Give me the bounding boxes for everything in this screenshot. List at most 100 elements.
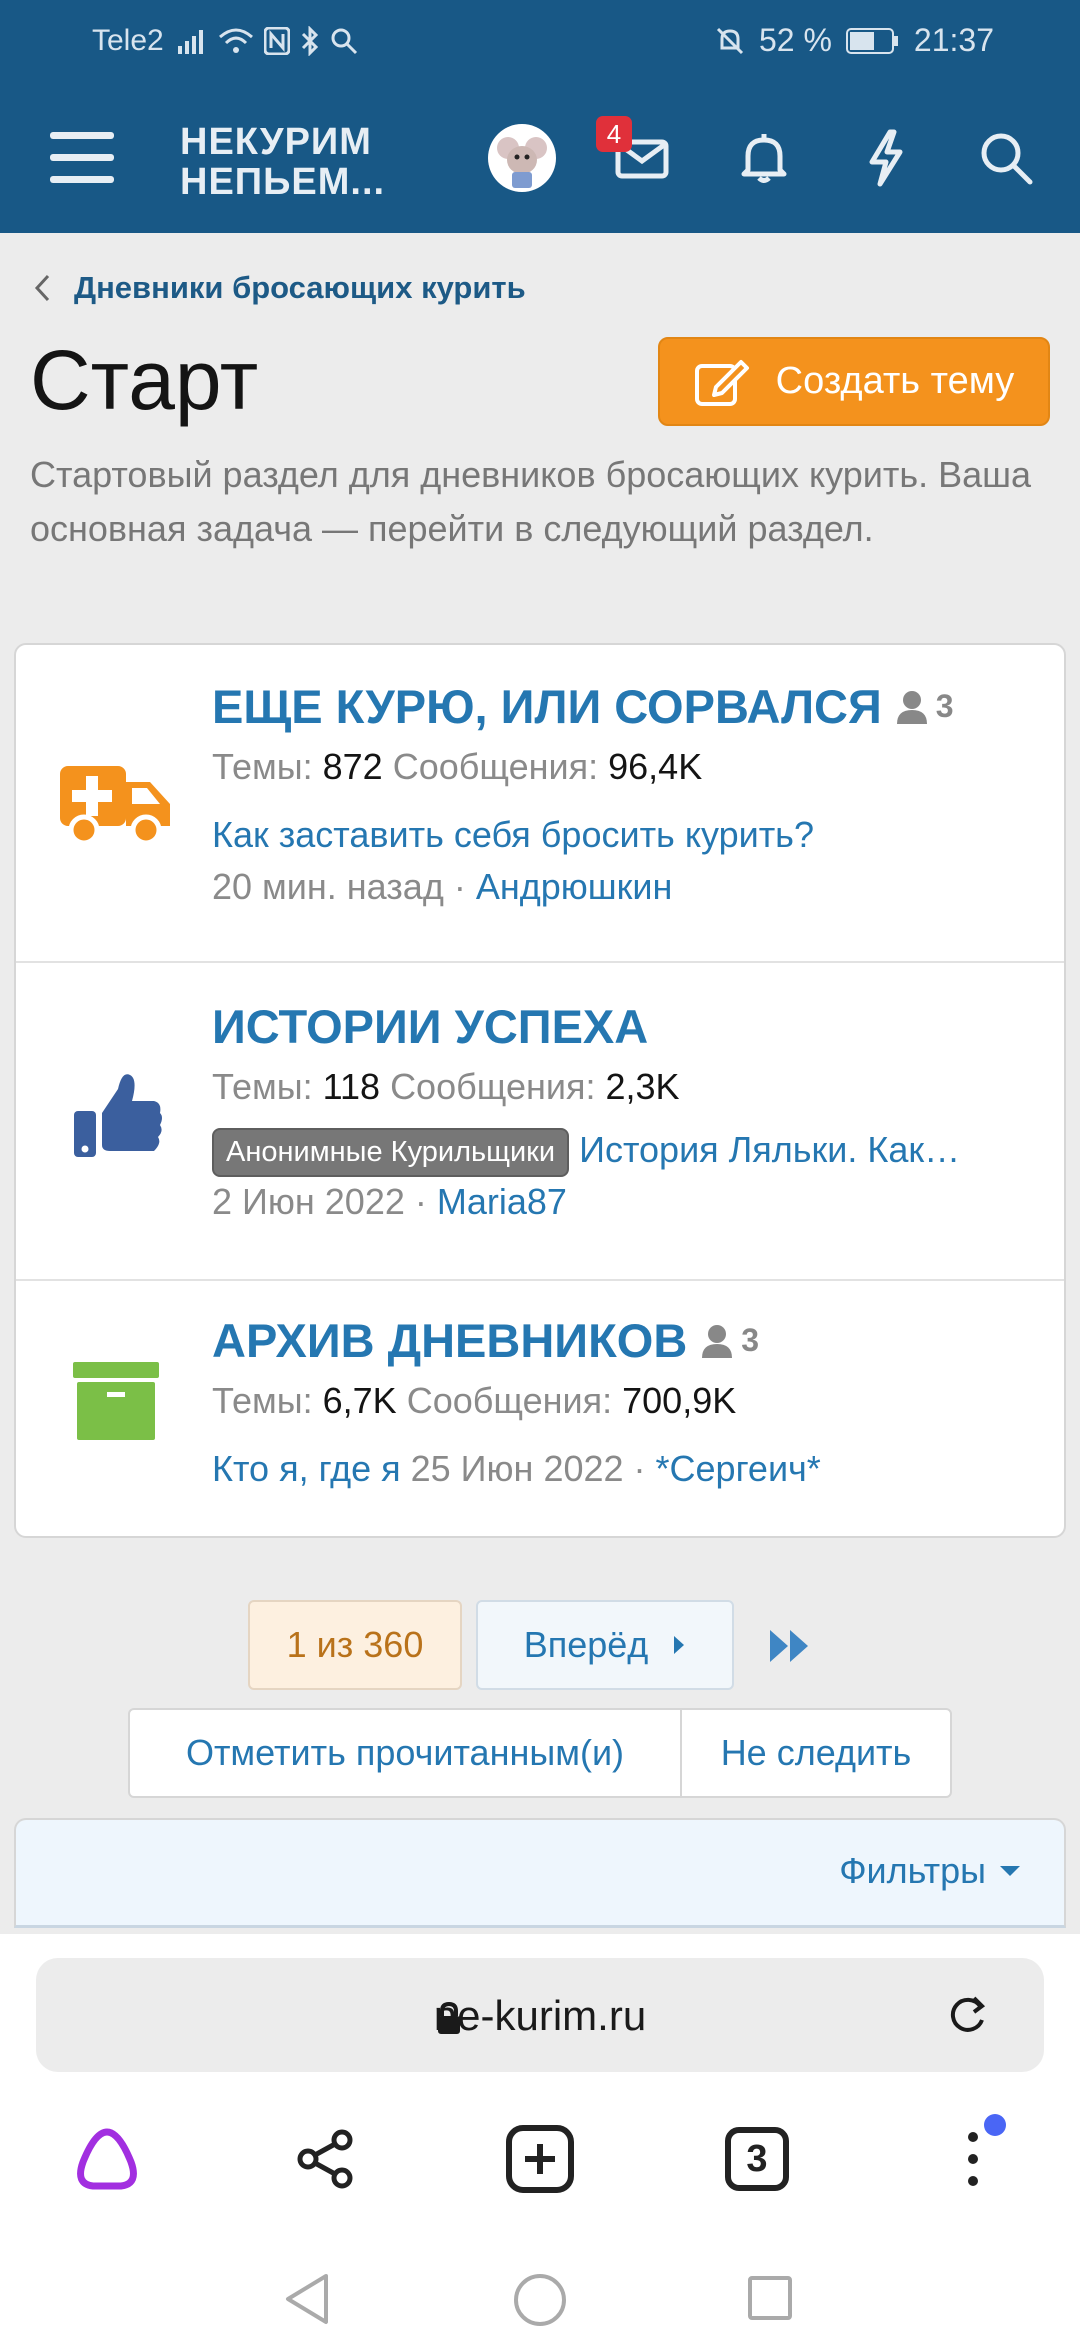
subforum-title-text: АРХИВ ДНЕВНИКОВ xyxy=(212,1314,688,1367)
tabs-button[interactable]: 3 xyxy=(702,2104,812,2214)
recents-icon[interactable] xyxy=(746,2274,794,2322)
subforum-body: ИСТОРИИ УСПЕХА Темы: 118 Сообщения: 2,3K… xyxy=(212,999,1048,1223)
site-header: НЕКУРИМ НЕПЬЕМ... 4 xyxy=(0,86,1080,233)
top-bar: Tele2 52 % 21:37 НЕКУРИМ НЕПЬЕМ... 4 xyxy=(0,0,1080,233)
last-thread-title: История Ляльки. Как… xyxy=(579,1129,961,1171)
threads-label: Темы: xyxy=(212,1066,313,1107)
system-nav-bar xyxy=(0,2256,1080,2340)
filter-bar: Фильтры xyxy=(14,1818,1066,1928)
viewers-number: 3 xyxy=(741,1322,760,1358)
search-status-icon xyxy=(331,28,357,55)
last-post-time: 25 Июн 2022 xyxy=(410,1448,624,1489)
thumbs-up-icon xyxy=(56,1055,176,1175)
wifi-icon xyxy=(218,28,253,53)
status-right: 52 % 21:37 xyxy=(715,22,994,59)
unwatch-button[interactable]: Не следить xyxy=(682,1710,950,1796)
next-page-label: Вперёд xyxy=(523,1624,649,1665)
bluetooth-icon xyxy=(301,26,318,56)
share-icon[interactable] xyxy=(270,2104,380,2214)
logo-line-2: НЕПЬЕМ... xyxy=(180,161,386,203)
edit-icon xyxy=(694,359,749,406)
bell-icon[interactable] xyxy=(734,128,794,188)
user-icon xyxy=(702,1324,733,1358)
tab-count: 3 xyxy=(725,2127,789,2191)
more-menu-icon[interactable] xyxy=(918,2104,1028,2214)
chevron-left-icon xyxy=(34,274,50,302)
clock: 21:37 xyxy=(913,22,994,58)
battery-percent: 52 % xyxy=(758,22,832,58)
messages-badge: 4 xyxy=(596,116,632,152)
logo-line-1: НЕКУРИМ xyxy=(180,121,372,163)
subforum-stats: Темы: 872 Сообщения: 96,4K xyxy=(212,746,1048,788)
mouse-avatar-icon xyxy=(497,137,547,188)
browser-toolbar: 3 xyxy=(0,2104,1080,2224)
threads-label: Темы: xyxy=(212,1380,313,1421)
site-logo[interactable]: НЕКУРИМ НЕПЬЕМ... xyxy=(180,122,385,202)
filters-button[interactable]: Фильтры xyxy=(839,1850,1022,1892)
avatar[interactable] xyxy=(488,124,556,192)
subforum-stats: Темы: 118 Сообщения: 2,3K xyxy=(212,1066,1048,1108)
messages-count: 96,4K xyxy=(608,746,703,787)
page-title: Старт xyxy=(30,333,259,427)
subforum-item[interactable]: АРХИВ ДНЕВНИКОВ 3 Темы: 6,7K Сообщения: … xyxy=(16,1281,1064,1536)
menu-icon[interactable] xyxy=(50,128,114,188)
subforum-item[interactable]: ИСТОРИИ УСПЕХА Темы: 118 Сообщения: 2,3K… xyxy=(16,963,1064,1281)
status-bar: Tele2 52 % 21:37 xyxy=(0,0,1080,86)
status-icons xyxy=(177,26,358,56)
create-thread-button[interactable]: Создать тему xyxy=(658,337,1050,426)
breadcrumb-link[interactable]: Дневники бросающих курить xyxy=(74,270,526,306)
subforum-title[interactable]: ЕЩЕ КУРЮ, ИЛИ СОРВАЛСЯ 3 xyxy=(212,679,1048,734)
last-post-user[interactable]: *Сергеич* xyxy=(656,1448,821,1489)
filters-label: Фильтры xyxy=(839,1850,986,1891)
viewers-count: 3 xyxy=(701,1322,759,1359)
last-post-meta: Кто я, где я 25 Июн 2022 · *Сергеич* xyxy=(212,1448,821,1489)
forum-description: Стартовый раздел для дневников бросающих… xyxy=(30,454,1032,549)
messages-label: Сообщения: xyxy=(392,746,599,787)
search-icon[interactable] xyxy=(976,128,1036,188)
mark-read-button[interactable]: Отметить прочитанным(и) xyxy=(130,1710,682,1796)
page-current[interactable]: 1 из 360 xyxy=(248,1600,462,1690)
last-thread-link[interactable]: Как заставить себя бросить курить? xyxy=(212,814,1048,856)
nfc-icon xyxy=(263,27,290,55)
carrier-label: Tele2 xyxy=(92,24,164,57)
messages-count: 2,3K xyxy=(605,1066,680,1107)
messages-label: Сообщения: xyxy=(390,1066,596,1107)
last-page-icon[interactable] xyxy=(766,1626,814,1666)
last-post-user[interactable]: Андрюшкин xyxy=(476,866,673,907)
threads-count: 872 xyxy=(322,746,383,787)
address-bar[interactable]: ne-kurim.ru xyxy=(36,1958,1044,2072)
home-icon[interactable] xyxy=(512,2272,568,2328)
messages-count: 700,9K xyxy=(622,1380,737,1421)
forum-actions: Отметить прочитанным(и) Не следить xyxy=(128,1708,952,1798)
notification-dot xyxy=(984,2114,1006,2136)
battery-icon xyxy=(845,27,898,54)
last-thread-link[interactable]: Анонимные Курильщики История Ляльки. Как… xyxy=(212,1128,1048,1177)
threads-count: 6,7K xyxy=(322,1380,397,1421)
last-thread-link[interactable]: Кто я, где я xyxy=(212,1448,401,1489)
subforum-item[interactable]: ЕЩЕ КУРЮ, ИЛИ СОРВАЛСЯ 3 Темы: 872 Сообщ… xyxy=(16,645,1064,963)
new-tab-icon[interactable] xyxy=(485,2104,595,2214)
subforum-title-text: ЕЩЕ КУРЮ, ИЛИ СОРВАЛСЯ xyxy=(212,680,882,733)
caret-right-icon xyxy=(674,1636,685,1654)
last-post-time: 20 мин. назад xyxy=(212,866,444,907)
threads-count: 118 xyxy=(322,1066,381,1107)
next-page-button[interactable]: Вперёд xyxy=(476,1600,734,1690)
last-post-user[interactable]: Maria87 xyxy=(437,1181,567,1222)
subforum-title[interactable]: АРХИВ ДНЕВНИКОВ 3 xyxy=(212,1313,1048,1368)
back-icon[interactable] xyxy=(282,2272,332,2326)
signal-icon xyxy=(177,30,203,54)
threads-label: Темы: xyxy=(212,746,313,787)
reload-icon[interactable] xyxy=(944,1992,990,2038)
subforum-title[interactable]: ИСТОРИИ УСПЕХА xyxy=(212,999,1048,1054)
lightning-icon[interactable] xyxy=(856,128,916,188)
alice-assistant-icon[interactable] xyxy=(52,2104,162,2214)
subforum-list: ЕЩЕ КУРЮ, ИЛИ СОРВАЛСЯ 3 Темы: 872 Сообщ… xyxy=(14,643,1066,1538)
thread-prefix-badge: Анонимные Курильщики xyxy=(212,1128,570,1177)
messages-label: Сообщения: xyxy=(406,1380,613,1421)
subforum-title-text: ИСТОРИИ УСПЕХА xyxy=(212,1000,649,1053)
url-text: ne-kurim.ru xyxy=(433,1992,647,2039)
breadcrumb[interactable]: Дневники бросающих курить xyxy=(34,270,526,306)
ambulance-icon xyxy=(56,743,176,863)
viewers-number: 3 xyxy=(935,688,954,724)
last-post-time: 2 Июн 2022 xyxy=(212,1181,405,1222)
